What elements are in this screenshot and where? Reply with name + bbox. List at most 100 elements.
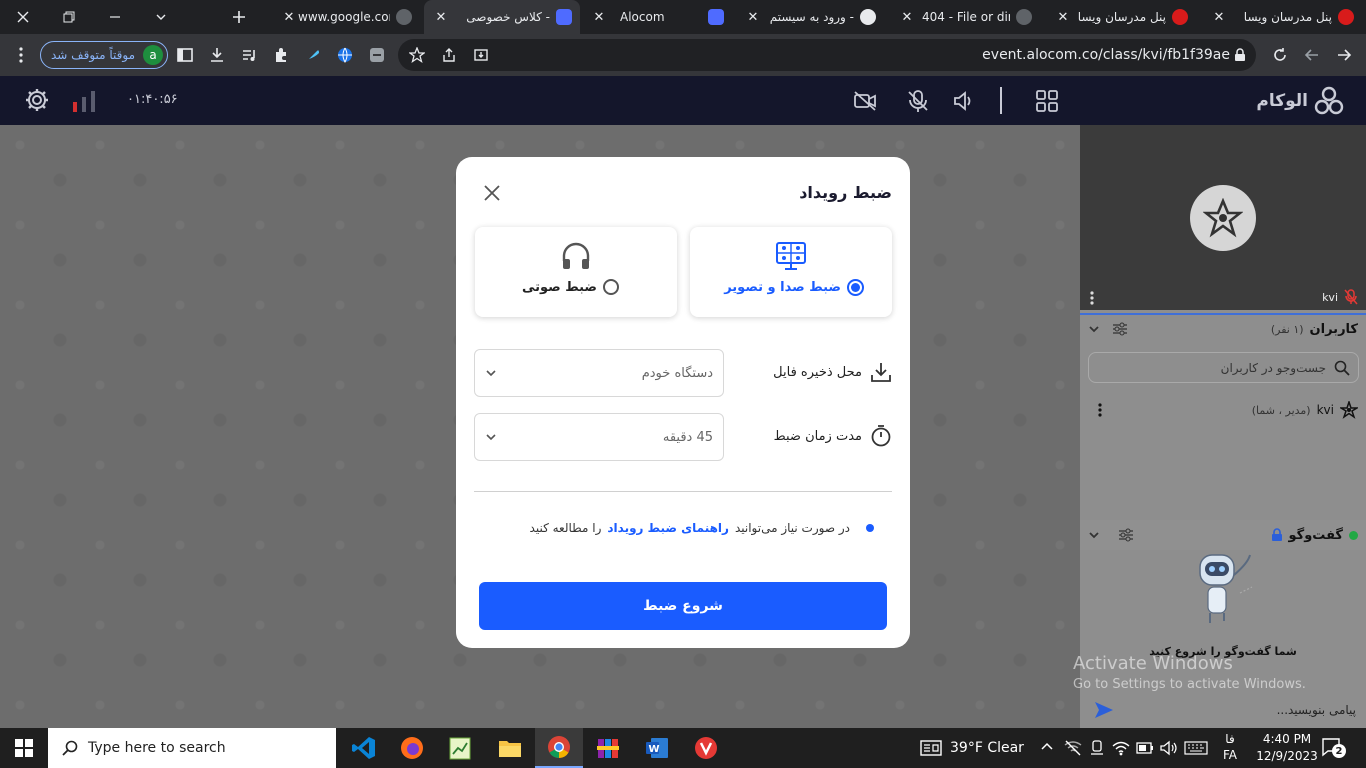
wifi-icon[interactable] — [1112, 740, 1130, 756]
taskbar-vscode[interactable] — [340, 728, 388, 768]
taskbar-word[interactable]: W — [633, 728, 681, 768]
send-icon[interactable] — [1094, 700, 1114, 720]
tab-teacher-panel-2[interactable]: ✕ پنل مدرسان ویسا — [1202, 0, 1362, 34]
reload-icon — [1274, 48, 1286, 61]
puzzle-icon — [276, 48, 286, 62]
search-icon — [1334, 360, 1350, 376]
site-favicon-icon — [860, 9, 876, 25]
tab-close-icon[interactable]: ✕ — [744, 10, 762, 25]
video-options-button[interactable] — [1090, 291, 1094, 305]
restore-window-button[interactable] — [46, 0, 92, 34]
taskbar-chrome[interactable] — [535, 728, 583, 768]
class-timer: ۰۱:۴۰:۵۶ — [127, 92, 178, 107]
extensions-button[interactable] — [269, 43, 293, 67]
tab-close-icon[interactable]: ✕ — [898, 10, 916, 25]
profile-paused-button[interactable]: موقتاً متوقف شد a — [40, 41, 169, 69]
back-button[interactable] — [1332, 43, 1356, 67]
new-tab-button[interactable] — [216, 0, 262, 34]
lock-icon[interactable] — [1271, 528, 1283, 542]
forward-button[interactable] — [1300, 43, 1324, 67]
radio-selected[interactable] — [847, 279, 864, 296]
radio-unselected[interactable] — [603, 279, 619, 295]
right-panel: kvi کاربران (۱ نفر) جست‌وجو در کاربران k… — [1080, 125, 1366, 728]
share-button[interactable] — [437, 43, 461, 67]
browser-menu-button[interactable] — [9, 43, 33, 67]
network-offline-icon[interactable] — [1064, 740, 1082, 756]
taskbar-file-explorer[interactable] — [486, 728, 534, 768]
taskbar-firefox[interactable] — [388, 728, 436, 768]
kebab-menu-icon — [19, 47, 23, 63]
meet-now-icon[interactable] — [1090, 740, 1104, 756]
tab-search-button[interactable] — [138, 0, 184, 34]
recording-guide-link[interactable]: راهنمای ضبط رویداد — [607, 521, 729, 535]
option-audio-video[interactable]: ضبط صدا و تصویر — [690, 227, 892, 317]
tab-close-icon[interactable]: ✕ — [432, 10, 450, 25]
users-section-header[interactable]: کاربران (۱ نفر) — [1080, 313, 1366, 343]
record-event-dialog: ضبط رویداد ضبط صدا و تصویر ضبط صوتی محل … — [456, 157, 910, 648]
weather-widget[interactable]: 39°F Clear — [920, 728, 1024, 768]
tab-close-icon[interactable]: ✕ — [280, 10, 298, 25]
chevron-down-icon[interactable] — [1088, 529, 1100, 541]
tab-login[interactable]: ✕ ورود به سیستم - — [736, 0, 884, 34]
volume-icon[interactable] — [1160, 740, 1178, 756]
reload-button[interactable] — [1268, 43, 1292, 67]
start-button[interactable] — [0, 728, 48, 768]
battery-icon[interactable] — [1136, 741, 1154, 755]
extension-box-button[interactable] — [365, 43, 389, 67]
alocom-favicon-icon — [708, 9, 724, 25]
language-indicator[interactable]: فا FA — [1218, 731, 1242, 763]
user-row[interactable]: kvi (مدیر ، شما) — [1080, 397, 1366, 423]
install-app-button[interactable] — [469, 43, 493, 67]
tray-chevron-up-icon[interactable] — [1040, 740, 1054, 754]
clock[interactable]: 4:40 PM 12/9/2023 — [1250, 731, 1324, 765]
filter-sliders-icon[interactable] — [1118, 528, 1134, 542]
chat-input[interactable]: پیامی بنویسید... — [1080, 692, 1366, 728]
tab-alocom[interactable]: ✕ Alocom — [582, 0, 732, 34]
downloads-button[interactable] — [205, 43, 229, 67]
taskbar-search-box[interactable]: Type here to search — [48, 728, 336, 768]
filter-sliders-icon[interactable] — [1112, 322, 1128, 336]
notifications-button[interactable]: 2 — [1322, 738, 1346, 758]
bookmark-button[interactable] — [405, 43, 429, 67]
camera-toggle-button[interactable] — [853, 90, 877, 112]
extension-feather-button[interactable] — [301, 43, 325, 67]
start-recording-button[interactable]: شروع ضبط — [479, 582, 887, 630]
tab-private-class[interactable]: ✕ کلاس خصوصی - — [424, 0, 580, 34]
tab-404[interactable]: ✕ 404 - File or dire — [890, 0, 1040, 34]
tab-google[interactable]: ✕ www.google.com — [272, 0, 420, 34]
microphone-toggle-button[interactable] — [906, 89, 930, 113]
robot-mascot-icon — [1192, 553, 1258, 627]
close-window-button[interactable] — [0, 0, 46, 34]
chat-section-header[interactable]: گفت‌وگو — [1080, 520, 1366, 550]
duration-select[interactable]: 45 دقیقه — [474, 413, 724, 461]
arrow-left-icon — [1304, 49, 1318, 61]
media-controls-button[interactable] — [237, 43, 261, 67]
close-dialog-button[interactable] — [484, 185, 500, 201]
kebab-menu-icon[interactable] — [1098, 403, 1102, 417]
tab-close-icon[interactable]: ✕ — [1054, 10, 1072, 25]
extension-globe-button[interactable] — [333, 43, 357, 67]
tab-close-icon[interactable]: ✕ — [590, 10, 608, 25]
globe-icon — [1016, 9, 1032, 25]
minimize-window-button[interactable] — [92, 0, 138, 34]
taskbar-winrar[interactable] — [584, 728, 632, 768]
chevron-down-icon[interactable] — [1088, 323, 1100, 335]
settings-button[interactable] — [24, 87, 50, 113]
users-search-input[interactable]: جست‌وجو در کاربران — [1088, 352, 1359, 383]
taskbar-app-red[interactable] — [682, 728, 730, 768]
site-info-button[interactable] — [1228, 43, 1252, 67]
tab-teacher-panel-1[interactable]: ✕ پنل مدرسان ویسا — [1046, 0, 1196, 34]
option-audio-only[interactable]: ضبط صوتی — [475, 227, 677, 317]
download-icon — [871, 363, 891, 382]
save-location-select[interactable]: دستگاه خودم — [474, 349, 724, 397]
side-panel-button[interactable] — [173, 43, 197, 67]
keyboard-icon[interactable] — [1184, 741, 1208, 755]
taskbar-notes-app[interactable] — [436, 728, 484, 768]
speaker-toggle-button[interactable] — [952, 90, 976, 112]
layout-button[interactable] — [1036, 90, 1058, 112]
tab-close-icon[interactable]: ✕ — [1210, 10, 1228, 25]
kebab-menu-icon — [1090, 291, 1094, 305]
notes-chart-icon — [449, 737, 471, 760]
firefox-icon — [401, 737, 423, 759]
windows-taskbar: Type here to search W 39°F Clear فا FA 4… — [0, 728, 1366, 768]
